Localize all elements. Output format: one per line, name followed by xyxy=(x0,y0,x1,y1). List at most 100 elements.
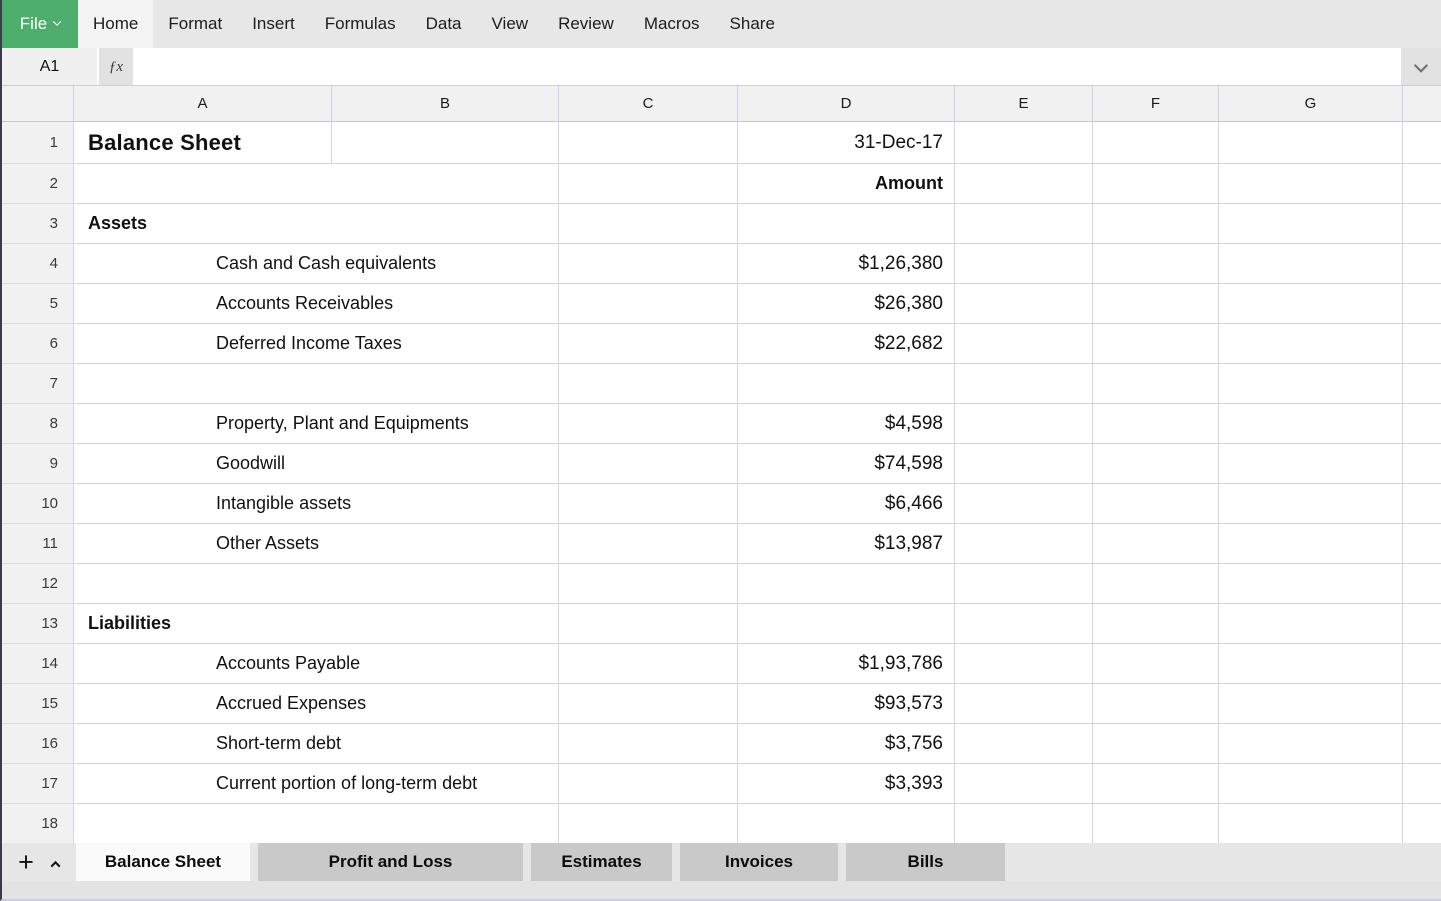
cell-g3[interactable] xyxy=(1219,204,1403,244)
cell-h7[interactable] xyxy=(1403,364,1441,404)
cell-a4[interactable]: Cash and Cash equivalents xyxy=(74,244,559,284)
cell-d1[interactable]: 31-Dec-17 xyxy=(738,122,955,164)
cell-d17[interactable]: $3,393 xyxy=(738,764,955,804)
menu-item-home[interactable]: Home xyxy=(78,0,153,48)
column-header-b[interactable]: B xyxy=(332,86,559,122)
cell-g10[interactable] xyxy=(1219,484,1403,524)
cell-a9[interactable]: Goodwill xyxy=(74,444,559,484)
cell-h8[interactable] xyxy=(1403,404,1441,444)
cell-c1[interactable] xyxy=(559,122,738,164)
row-header[interactable]: 5 xyxy=(2,284,74,324)
cell-h1[interactable] xyxy=(1403,122,1441,164)
cell-b1[interactable] xyxy=(332,122,559,164)
cell-d18[interactable] xyxy=(738,804,955,843)
cell-d9[interactable]: $74,598 xyxy=(738,444,955,484)
column-header-partial[interactable] xyxy=(1403,86,1441,122)
row-header[interactable]: 17 xyxy=(2,764,74,804)
cell-g14[interactable] xyxy=(1219,644,1403,684)
cell-c13[interactable] xyxy=(559,604,738,644)
cell-e9[interactable] xyxy=(955,444,1093,484)
cell-f10[interactable] xyxy=(1093,484,1219,524)
cell-a15[interactable]: Accrued Expenses xyxy=(74,684,559,724)
sheet-tab-bills[interactable]: Bills xyxy=(846,843,1005,881)
row-header[interactable]: 11 xyxy=(2,524,74,564)
sheet-tab-invoices[interactable]: Invoices xyxy=(680,843,838,881)
cell-d11[interactable]: $13,987 xyxy=(738,524,955,564)
cell-f5[interactable] xyxy=(1093,284,1219,324)
cell-h16[interactable] xyxy=(1403,724,1441,764)
cell-f8[interactable] xyxy=(1093,404,1219,444)
cell-c7[interactable] xyxy=(559,364,738,404)
cell-g8[interactable] xyxy=(1219,404,1403,444)
cell-g17[interactable] xyxy=(1219,764,1403,804)
cell-g9[interactable] xyxy=(1219,444,1403,484)
cell-d16[interactable]: $3,756 xyxy=(738,724,955,764)
menu-item-view[interactable]: View xyxy=(477,0,544,48)
cell-h11[interactable] xyxy=(1403,524,1441,564)
row-header[interactable]: 9 xyxy=(2,444,74,484)
cell-d13[interactable] xyxy=(738,604,955,644)
row-header[interactable]: 3 xyxy=(2,204,74,244)
cell-c10[interactable] xyxy=(559,484,738,524)
row-header[interactable]: 14 xyxy=(2,644,74,684)
cell-a11[interactable]: Other Assets xyxy=(74,524,559,564)
cell-g15[interactable] xyxy=(1219,684,1403,724)
cell-h4[interactable] xyxy=(1403,244,1441,284)
menu-item-format[interactable]: Format xyxy=(153,0,237,48)
cell-c9[interactable] xyxy=(559,444,738,484)
cell-g1[interactable] xyxy=(1219,122,1403,164)
cell-g16[interactable] xyxy=(1219,724,1403,764)
row-header[interactable]: 2 xyxy=(2,164,74,204)
menu-item-review[interactable]: Review xyxy=(543,0,629,48)
cell-a12[interactable] xyxy=(74,564,559,604)
cell-c12[interactable] xyxy=(559,564,738,604)
cell-g4[interactable] xyxy=(1219,244,1403,284)
name-box[interactable]: A1 xyxy=(2,48,99,85)
cell-f1[interactable] xyxy=(1093,122,1219,164)
cell-c5[interactable] xyxy=(559,284,738,324)
cell-f13[interactable] xyxy=(1093,604,1219,644)
cell-f6[interactable] xyxy=(1093,324,1219,364)
cell-h18[interactable] xyxy=(1403,804,1441,843)
row-header[interactable]: 4 xyxy=(2,244,74,284)
row-header[interactable]: 15 xyxy=(2,684,74,724)
cell-c15[interactable] xyxy=(559,684,738,724)
cell-f2[interactable] xyxy=(1093,164,1219,204)
cell-g7[interactable] xyxy=(1219,364,1403,404)
cell-e16[interactable] xyxy=(955,724,1093,764)
column-header-e[interactable]: E xyxy=(955,86,1093,122)
cell-d15[interactable]: $93,573 xyxy=(738,684,955,724)
cell-c6[interactable] xyxy=(559,324,738,364)
cell-a7[interactable] xyxy=(74,364,559,404)
cell-g18[interactable] xyxy=(1219,804,1403,843)
cell-f3[interactable] xyxy=(1093,204,1219,244)
cell-d5[interactable]: $26,380 xyxy=(738,284,955,324)
row-header[interactable]: 6 xyxy=(2,324,74,364)
cell-h2[interactable] xyxy=(1403,164,1441,204)
cell-a8[interactable]: Property, Plant and Equipments xyxy=(74,404,559,444)
sheet-list-button[interactable] xyxy=(44,857,66,868)
cell-a6[interactable]: Deferred Income Taxes xyxy=(74,324,559,364)
cell-h10[interactable] xyxy=(1403,484,1441,524)
cell-c16[interactable] xyxy=(559,724,738,764)
row-header[interactable]: 13 xyxy=(2,604,74,644)
cell-d3[interactable] xyxy=(738,204,955,244)
sheet-tab-balance-sheet[interactable]: Balance Sheet xyxy=(76,843,250,881)
cell-f15[interactable] xyxy=(1093,684,1219,724)
cell-g11[interactable] xyxy=(1219,524,1403,564)
cell-c14[interactable] xyxy=(559,644,738,684)
cell-e4[interactable] xyxy=(955,244,1093,284)
cell-a3[interactable]: Assets xyxy=(74,204,559,244)
cell-f14[interactable] xyxy=(1093,644,1219,684)
cell-e3[interactable] xyxy=(955,204,1093,244)
cell-h13[interactable] xyxy=(1403,604,1441,644)
cell-a1[interactable]: Balance Sheet xyxy=(74,122,332,164)
cell-c2[interactable] xyxy=(559,164,738,204)
cell-g13[interactable] xyxy=(1219,604,1403,644)
cell-c3[interactable] xyxy=(559,204,738,244)
cell-h14[interactable] xyxy=(1403,644,1441,684)
menu-item-formulas[interactable]: Formulas xyxy=(310,0,411,48)
cell-e6[interactable] xyxy=(955,324,1093,364)
row-header[interactable]: 8 xyxy=(2,404,74,444)
cell-c8[interactable] xyxy=(559,404,738,444)
